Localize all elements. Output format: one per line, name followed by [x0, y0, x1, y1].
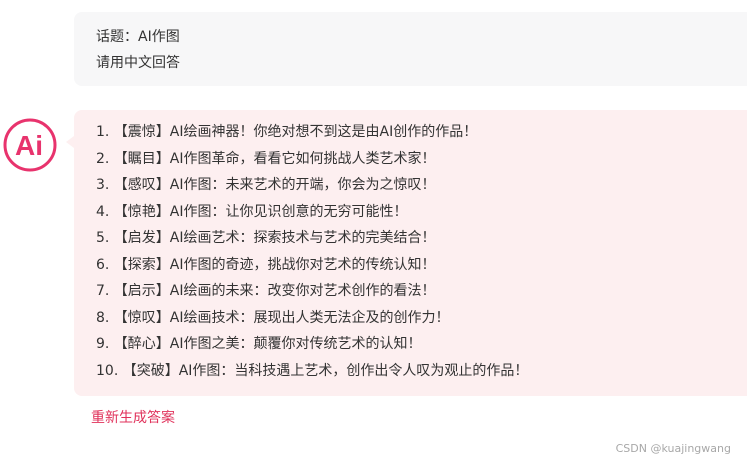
list-item: 1. 【震惊】AI绘画神器！你绝对想不到这是由AI创作的作品！ [96, 124, 478, 140]
user-message-bubble: 话题：AI作图 请用中文回答 [74, 12, 747, 86]
bubble-pointer [66, 136, 74, 148]
list-item: 5. 【启发】AI绘画艺术：探索技术与艺术的完美结合！ [96, 230, 436, 246]
answer-list: 1. 【震惊】AI绘画神器！你绝对想不到这是由AI创作的作品！ 2. 【瞩目】A… [96, 119, 747, 384]
ai-avatar-icon: Ai [2, 117, 58, 173]
list-item: 7. 【启示】AI绘画的未来：改变你对艺术创作的看法！ [96, 283, 436, 299]
list-item: 9. 【醉心】AI作图之美：颠覆你对传统艺术的认知！ [96, 336, 422, 352]
list-item: 4. 【惊艳】AI作图：让你见识创意的无穷可能性！ [96, 203, 408, 220]
list-item: 3. 【感叹】AI作图：未来艺术的开端，你会为之惊叹！ [96, 177, 436, 193]
user-message-instruction: 请用中文回答 [96, 55, 180, 71]
user-message-topic: 话题：AI作图 [96, 29, 180, 45]
regenerate-answer-button[interactable]: 重新生成答案 [91, 407, 175, 427]
avatar-text: Ai [15, 130, 43, 161]
chat-page: 话题：AI作图 请用中文回答 Ai 1. 【震惊】AI绘画神器！你绝对想不到这是… [0, 0, 747, 462]
list-item: 2. 【瞩目】AI作图革命，看看它如何挑战人类艺术家！ [96, 150, 436, 167]
watermark: CSDN @kuajingwang [615, 442, 731, 455]
list-item: 8. 【惊叹】AI绘画技术：展现出人类无法企及的创作力！ [96, 309, 450, 326]
ai-logo-icon: Ai [3, 118, 57, 172]
assistant-message-bubble: 1. 【震惊】AI绘画神器！你绝对想不到这是由AI创作的作品！ 2. 【瞩目】A… [74, 110, 747, 396]
list-item: 10. 【突破】AI作图：当科技遇上艺术，创作出令人叹为观止的作品！ [96, 362, 529, 379]
list-item: 6. 【探索】AI作图的奇迹，挑战你对艺术的传统认知！ [96, 256, 436, 273]
